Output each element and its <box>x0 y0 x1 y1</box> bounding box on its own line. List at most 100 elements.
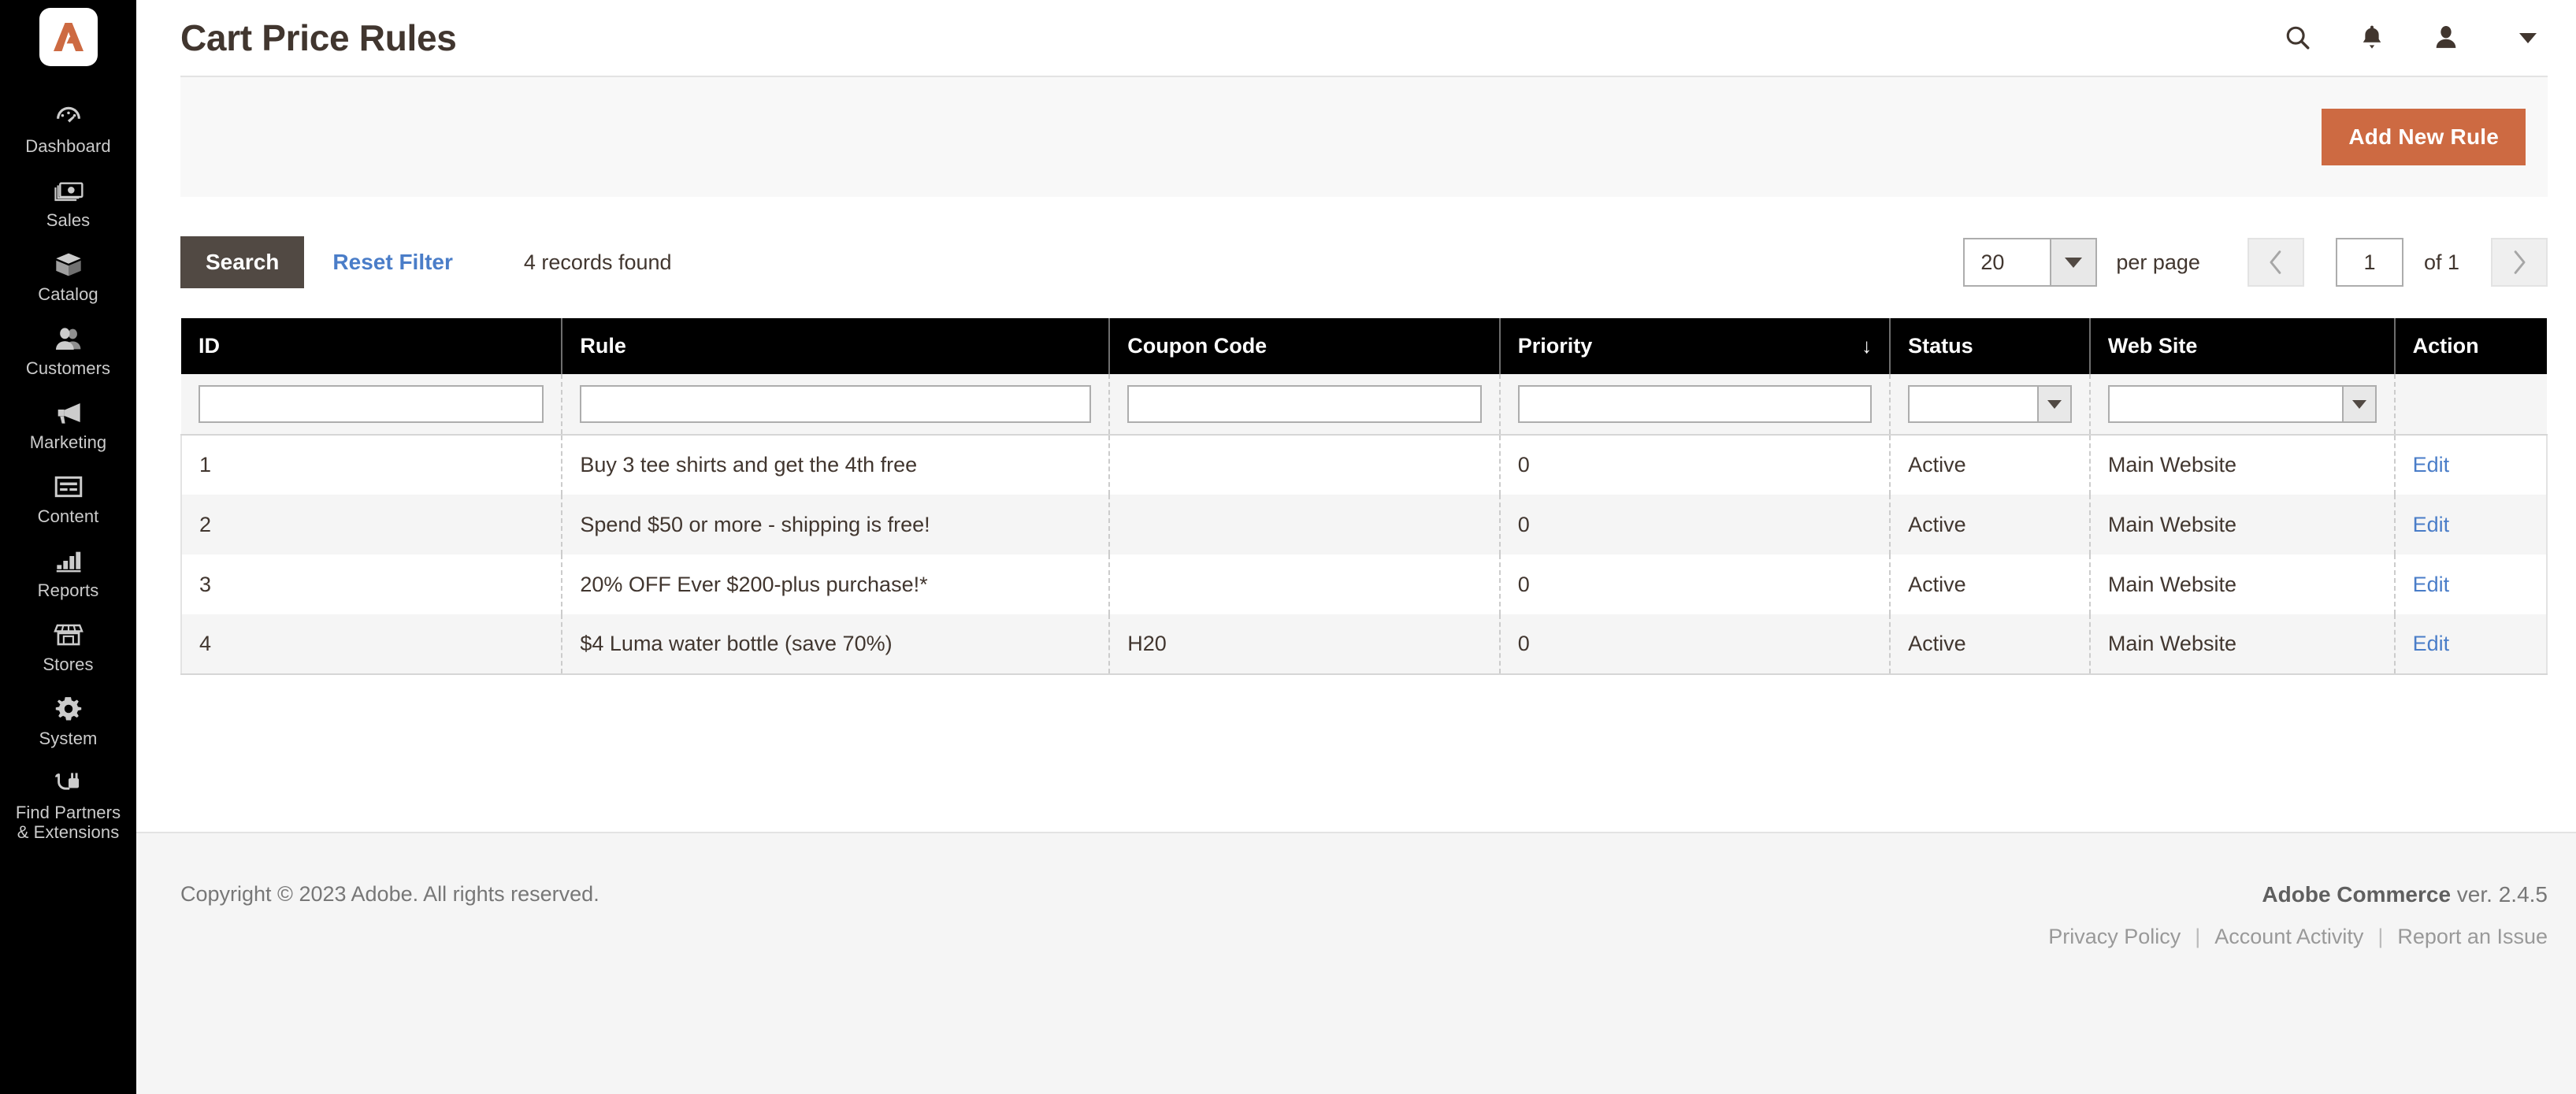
grid-cell-rule: $4 Luma water bottle (save 70%) <box>562 614 1111 675</box>
edit-link[interactable]: Edit <box>2413 513 2450 536</box>
filter-select-website[interactable] <box>2107 385 2377 423</box>
main-content: Cart Price Rules Add New Rule Search Res… <box>136 0 2576 1094</box>
grid-cell-status: Active <box>1890 554 2091 614</box>
grid-filter-cell-rule <box>562 374 1111 436</box>
sidebar-item-customers[interactable]: Customers <box>0 315 136 389</box>
reports-bar-chart-icon <box>54 545 84 577</box>
sidebar-nav: Dashboard Sales Catalog Customers Marketing C… <box>0 0 136 1094</box>
chevron-down-icon[interactable] <box>2516 20 2540 56</box>
grid-cell-id: 3 <box>180 554 563 614</box>
sidebar-item-find-partners-extensions[interactable]: Find Partners & Extensions <box>0 759 136 853</box>
grid-cell-id: 1 <box>180 435 563 495</box>
filter-input-id[interactable] <box>199 385 544 423</box>
search-button[interactable]: Search <box>180 236 305 288</box>
grid-cell-website: Main Website <box>2089 495 2396 554</box>
sidebar-item-sales[interactable]: Sales <box>0 167 136 241</box>
sidebar-item-label: Stores <box>43 655 94 674</box>
footer-right: Adobe Commerce ver. 2.4.5 Privacy Policy… <box>2048 882 2548 949</box>
sidebar-item-label: Customers <box>25 358 111 378</box>
grid-header-row: ID Rule Coupon Code Priority ↓ Status Web Site… <box>181 318 2547 374</box>
grid-column-header-status[interactable]: Status <box>1890 318 2091 374</box>
edit-link[interactable]: Edit <box>2413 453 2450 477</box>
grid-cell-id: 4 <box>180 614 563 675</box>
grid-column-header-coupon[interactable]: Coupon Code <box>1109 318 1501 374</box>
grid-cell-value: 20% OFF Ever $200-plus purchase!* <box>580 572 928 596</box>
grid-cell-value: Main Website <box>2107 512 2236 536</box>
sidebar-item-content[interactable]: Content <box>0 463 136 537</box>
grid-cell-value: Main Website <box>2107 453 2236 477</box>
sidebar-item-stores[interactable]: Stores <box>0 611 136 685</box>
grid-cell-value: 1 <box>199 453 212 477</box>
user-avatar-icon[interactable] <box>2428 20 2464 56</box>
grid-cell-value: 0 <box>1517 512 1530 536</box>
page-actions-toolbar: Add New Rule <box>180 76 2548 197</box>
grid-cell-coupon: H20 <box>1109 614 1501 675</box>
grid-cell-value: H20 <box>1127 632 1167 655</box>
filter-input-rule[interactable] <box>580 385 1092 423</box>
sidebar-item-label: Sales <box>46 210 91 230</box>
grid-column-header-priority[interactable]: Priority ↓ <box>1499 318 1891 374</box>
sidebar-item-dashboard[interactable]: Dashboard <box>0 93 136 167</box>
grid-cell-priority: 0 <box>1499 435 1891 495</box>
grid-cell-priority: 0 <box>1499 554 1891 614</box>
grid-column-header-action[interactable]: Action <box>2394 318 2547 374</box>
grid-filter-cell-action <box>2394 374 2547 436</box>
table-row[interactable]: 1 Buy 3 tee shirts and get the 4th free 0 A… <box>180 435 2548 495</box>
filter-input-priority[interactable] <box>1517 385 1873 423</box>
sidebar-item-catalog[interactable]: Catalog <box>0 241 136 315</box>
per-page-select[interactable]: 20 <box>1963 238 2098 287</box>
table-row[interactable]: 4 $4 Luma water bottle (save 70%) H20 0 Acti… <box>180 614 2548 675</box>
footer-link-report-an-issue[interactable]: Report an Issue <box>2397 925 2548 948</box>
filter-select-value <box>1910 387 2037 421</box>
grid-cell-action: Edit <box>2394 554 2548 614</box>
page-header: Cart Price Rules <box>136 0 2576 76</box>
reset-filter-link[interactable]: Reset Filter <box>332 250 453 275</box>
grid-cell-value: 0 <box>1517 632 1530 655</box>
records-count-label: 4 records found <box>523 250 672 274</box>
footer-link-privacy-policy[interactable]: Privacy Policy <box>2048 925 2181 948</box>
grid-cell-value: 4 <box>199 632 212 655</box>
sidebar-item-system[interactable]: System <box>0 685 136 759</box>
total-pages-label: of 1 <box>2423 250 2459 274</box>
grid-cell-action: Edit <box>2394 614 2548 675</box>
grid-cell-value: Active <box>1908 572 1966 596</box>
footer-link-separator: | <box>2195 925 2201 948</box>
grid-cell-value: Main Website <box>2107 572 2236 596</box>
grid-cell-value: $4 Luma water bottle (save 70%) <box>580 632 893 655</box>
table-row[interactable]: 3 20% OFF Ever $200-plus purchase!* 0 Activ… <box>180 554 2548 614</box>
edit-link[interactable]: Edit <box>2413 632 2450 655</box>
grid-cell-status: Active <box>1890 495 2091 554</box>
page-title: Cart Price Rules <box>180 17 457 58</box>
add-new-rule-button[interactable]: Add New Rule <box>2322 109 2526 165</box>
copyright-text: Copyright © 2023 Adobe. All rights reser… <box>180 882 599 906</box>
grid-cell-action: Edit <box>2394 495 2548 554</box>
grid-column-label: Action <box>2412 334 2479 358</box>
notifications-bell-icon[interactable] <box>2354 20 2390 56</box>
next-page-button[interactable] <box>2491 238 2548 287</box>
grid-cell-priority: 0 <box>1499 614 1891 675</box>
adobe-logo-icon[interactable] <box>39 8 98 66</box>
grid-cell-value: Active <box>1908 453 1966 477</box>
grid-filter-row <box>181 374 2547 436</box>
previous-page-button[interactable] <box>2247 238 2304 287</box>
system-gear-icon <box>54 693 84 725</box>
page-number-input[interactable] <box>2335 238 2403 287</box>
grid-cell-value: 2 <box>199 512 212 536</box>
footer-link-separator: | <box>2377 925 2384 948</box>
footer-link-account-activity[interactable]: Account Activity <box>2214 925 2363 948</box>
filter-select-status[interactable] <box>1908 385 2072 423</box>
sidebar-item-label: Find Partners & Extensions <box>15 803 121 842</box>
grid-column-header-rule[interactable]: Rule <box>562 318 1111 374</box>
grid-column-header-website[interactable]: Web Site <box>2089 318 2396 374</box>
grid-cell-value: Buy 3 tee shirts and get the 4th free <box>580 453 918 477</box>
grid-cell-website: Main Website <box>2089 614 2396 675</box>
filter-input-coupon[interactable] <box>1127 385 1482 423</box>
grid-cell-value: 0 <box>1517 453 1530 477</box>
version-label: Adobe Commerce ver. 2.4.5 <box>2048 882 2548 907</box>
edit-link[interactable]: Edit <box>2413 573 2450 596</box>
search-icon[interactable] <box>2280 20 2316 56</box>
table-row[interactable]: 2 Spend $50 or more - shipping is free! 0 A… <box>180 495 2548 554</box>
sidebar-item-reports[interactable]: Reports <box>0 537 136 611</box>
grid-column-header-id[interactable]: ID <box>181 318 563 374</box>
sidebar-item-marketing[interactable]: Marketing <box>0 389 136 463</box>
